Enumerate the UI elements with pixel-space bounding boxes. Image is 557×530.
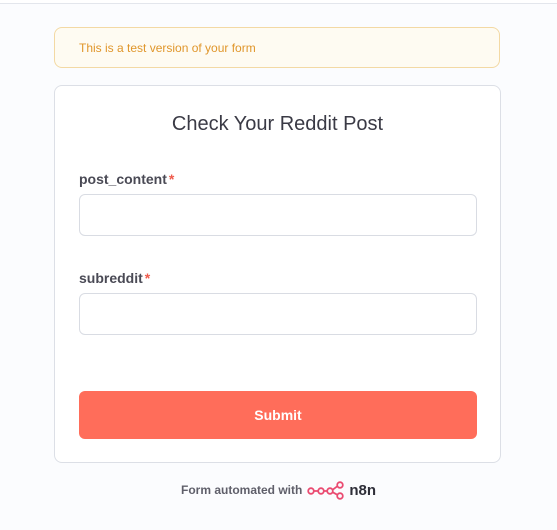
n8n-brand-text: n8n: [349, 481, 376, 499]
subreddit-input[interactable]: [79, 293, 477, 335]
subreddit-label-text: subreddit: [79, 270, 143, 286]
test-version-banner-text: This is a test version of your form: [79, 40, 256, 55]
n8n-footer-link[interactable]: Form automated with n8n: [0, 478, 557, 502]
test-version-banner: This is a test version of your form: [54, 27, 500, 68]
subreddit-label: subreddit *: [79, 270, 150, 286]
required-asterisk: *: [168, 171, 175, 187]
footer-text: Form automated with: [180, 483, 303, 497]
post-content-label: post_content *: [79, 171, 174, 187]
required-asterisk: *: [144, 270, 151, 286]
n8n-logo-icon: [307, 481, 345, 500]
form-card: Check Your Reddit Post post_content * sub…: [54, 85, 501, 463]
post-content-input[interactable]: [79, 194, 477, 236]
form-title: Check Your Reddit Post: [171, 113, 384, 135]
top-divider: [0, 0, 557, 4]
submit-button[interactable]: Submit: [79, 391, 477, 439]
post-content-label-text: post_content: [79, 171, 167, 187]
